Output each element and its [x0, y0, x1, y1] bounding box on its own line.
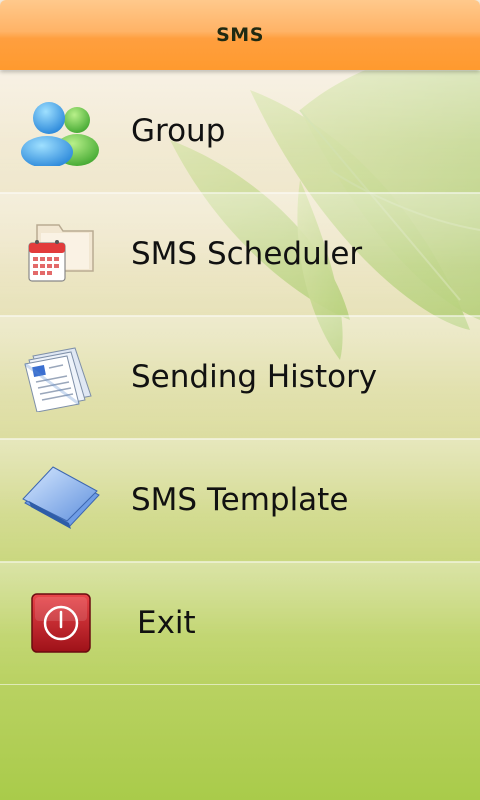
menu-item-label: SMS Template: [131, 482, 349, 518]
calendar-folder-icon: [16, 214, 106, 294]
main-menu: Group SMS Scheduler Sending History SMS …: [0, 70, 480, 685]
menu-item-label: SMS Scheduler: [131, 236, 363, 272]
documents-history-icon: [16, 337, 106, 417]
power-icon: [16, 583, 106, 663]
menu-item-exit[interactable]: Exit: [0, 562, 480, 685]
menu-item-sending-history[interactable]: Sending History: [0, 316, 480, 439]
title-bar: SMS: [0, 0, 480, 70]
app-title: SMS: [216, 24, 264, 46]
menu-item-sms-template[interactable]: SMS Template: [0, 439, 480, 562]
group-users-icon: [16, 91, 106, 171]
menu-item-sms-scheduler[interactable]: SMS Scheduler: [0, 193, 480, 316]
menu-item-label: Sending History: [131, 359, 378, 395]
menu-item-label: Group: [131, 113, 226, 149]
menu-item-group[interactable]: Group: [0, 70, 480, 193]
template-folder-icon: [16, 460, 106, 540]
menu-item-label: Exit: [137, 605, 196, 641]
